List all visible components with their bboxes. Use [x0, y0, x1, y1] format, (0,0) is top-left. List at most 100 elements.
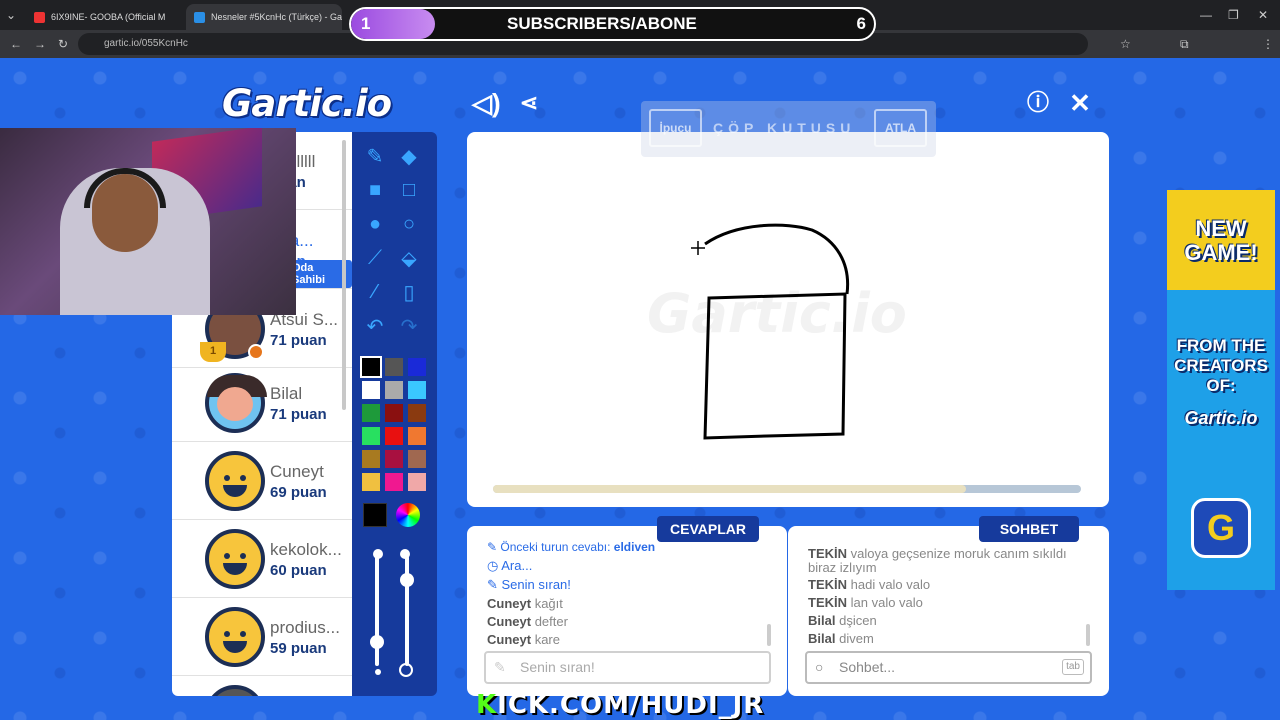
min-size-dot: [375, 669, 381, 675]
forward-icon[interactable]: →: [34, 30, 46, 58]
close-room-icon[interactable]: ✕: [1066, 90, 1094, 116]
bookmark-star-icon[interactable]: ☆: [1120, 30, 1131, 58]
ad-text: NEW: [1195, 216, 1247, 241]
gartic-logo[interactable]: Gartic.io: [222, 82, 392, 125]
redo-icon[interactable]: ↷: [394, 312, 424, 340]
browser-tab-youtube[interactable]: 6IX9INE- GOOBA (Official M: [26, 4, 184, 30]
extensions-icon[interactable]: ⧉: [1180, 30, 1189, 58]
chat-input[interactable]: ○ Sohbet... tab: [805, 651, 1092, 684]
fill-bucket-icon[interactable]: ⬙: [394, 244, 424, 272]
color-wheel-icon[interactable]: [396, 503, 420, 527]
info-icon[interactable]: ⓘ: [1024, 90, 1052, 116]
stream-url: ICK.COM/HUDI_JR: [497, 690, 765, 720]
color-swatch[interactable]: [385, 358, 403, 376]
hint-button[interactable]: İpucu: [649, 109, 702, 147]
tab-search-icon[interactable]: ⌄: [6, 0, 16, 30]
eraser-icon[interactable]: ◆: [394, 142, 424, 170]
chat-scrollbar[interactable]: [1086, 624, 1090, 646]
status-dot: [248, 344, 264, 360]
circle-icon[interactable]: ○: [394, 210, 424, 238]
tab-title: Nesneler #5KcnHc (Türkçe) - Ga: [211, 12, 342, 22]
chat-text: dşicen: [839, 613, 877, 628]
chat-text: divem: [839, 631, 874, 646]
reload-icon[interactable]: ↻: [58, 30, 68, 58]
eyedropper-icon[interactable]: ⁄: [360, 278, 390, 306]
color-swatch[interactable]: [408, 404, 426, 422]
menu-icon[interactable]: ⋮: [1262, 30, 1274, 58]
maximize-icon[interactable]: ❐: [1228, 0, 1239, 30]
filled-circle-icon[interactable]: ●: [360, 210, 390, 238]
window-close-icon[interactable]: ✕: [1258, 0, 1268, 30]
answer-user: Cuneyt: [487, 614, 532, 629]
webcam-overlay: [0, 128, 296, 315]
drawing-canvas[interactable]: Gartic.io: [467, 132, 1109, 507]
sound-icon[interactable]: ◁): [472, 90, 501, 116]
share-icon[interactable]: ⋖: [515, 90, 543, 116]
player-score: 69 puan: [270, 484, 327, 501]
size-slider[interactable]: [375, 556, 379, 666]
answers-line: ✎ Önceki turun cevabı: eldiven: [487, 540, 655, 554]
player-row[interactable]: prodius... 59 puan: [172, 598, 352, 676]
ad-text: CREATORS: [1174, 356, 1268, 375]
player-name: kekolok...: [270, 540, 342, 559]
color-swatch[interactable]: [408, 427, 426, 445]
rect-icon[interactable]: □: [394, 176, 424, 204]
line-icon[interactable]: ⟋: [360, 244, 390, 272]
color-swatch[interactable]: [362, 473, 380, 491]
goal-current: 1: [361, 14, 371, 33]
chat-line: TEKİN lan valo valo: [808, 595, 923, 610]
hint-text: ÇÖP KUTUSU: [713, 120, 856, 136]
goal-label: SUBSCRIBERS/ABONE: [507, 14, 697, 33]
color-swatch[interactable]: [408, 358, 426, 376]
player-row[interactable]: Bilal 71 puan: [172, 364, 352, 442]
players-scrollbar[interactable]: [342, 140, 346, 410]
subscriber-goal-bar: 1 SUBSCRIBERS/ABONE 6: [349, 7, 876, 41]
skip-button[interactable]: ATLA: [874, 109, 927, 147]
player-score: 71 puan: [270, 406, 327, 423]
answer-placeholder: Senin sıran!: [520, 659, 595, 675]
chat-placeholder: Sohbet...: [839, 659, 896, 675]
color-swatch[interactable]: [408, 473, 426, 491]
youtube-favicon-icon: [34, 11, 45, 23]
color-swatch[interactable]: [362, 427, 380, 445]
goal-target: 6: [856, 14, 866, 33]
answers-line: Cuneyt kare: [487, 632, 560, 647]
size-slider-knob[interactable]: [370, 635, 384, 649]
color-swatch[interactable]: [385, 450, 403, 468]
opacity-ring: [399, 663, 413, 677]
color-swatch[interactable]: [385, 427, 403, 445]
browser-tab-gartic[interactable]: Nesneler #5KcnHc (Türkçe) - Ga: [186, 4, 342, 30]
color-swatch[interactable]: [362, 450, 380, 468]
player-row[interactable]: Cuneyt 69 puan: [172, 442, 352, 520]
new-page-icon[interactable]: ▯: [394, 278, 424, 306]
filled-rect-icon[interactable]: ■: [360, 176, 390, 204]
player-row[interactable]: [172, 676, 352, 696]
advertisement[interactable]: NEW GAME! FROM THE CREATORS OF: Gartic.i…: [1167, 190, 1275, 590]
opacity-slider-knob[interactable]: [400, 573, 414, 587]
answers-line: Cuneyt kağıt: [487, 596, 563, 611]
color-swatch[interactable]: [385, 404, 403, 422]
minimize-icon[interactable]: —: [1200, 0, 1212, 30]
color-swatch[interactable]: [385, 473, 403, 491]
tab-key-hint: tab: [1062, 659, 1084, 675]
back-icon[interactable]: ←: [10, 30, 22, 58]
color-swatch[interactable]: [385, 381, 403, 399]
hint-bar: İpucu ÇÖP KUTUSU ATLA: [641, 101, 936, 157]
player-score: 71 puan: [270, 332, 327, 349]
current-color: [363, 503, 387, 527]
player-name: Cuneyt: [270, 462, 324, 481]
undo-icon[interactable]: ↶: [360, 312, 390, 340]
ad-text: GAME!: [1184, 240, 1258, 265]
player-avatar: [205, 373, 267, 433]
answers-scrollbar[interactable]: [767, 624, 771, 646]
color-swatch[interactable]: [408, 450, 426, 468]
pencil-icon: ✎: [494, 659, 506, 675]
answers-line: ◷ Ara...: [487, 558, 532, 574]
color-swatch[interactable]: [408, 381, 426, 399]
color-swatch[interactable]: [362, 381, 380, 399]
color-swatch[interactable]: [362, 404, 380, 422]
pencil-icon[interactable]: ✎: [360, 142, 390, 170]
color-swatch[interactable]: [360, 356, 382, 378]
answer-input[interactable]: ✎ Senin sıran!: [484, 651, 771, 684]
player-row[interactable]: kekolok... 60 puan: [172, 520, 352, 598]
